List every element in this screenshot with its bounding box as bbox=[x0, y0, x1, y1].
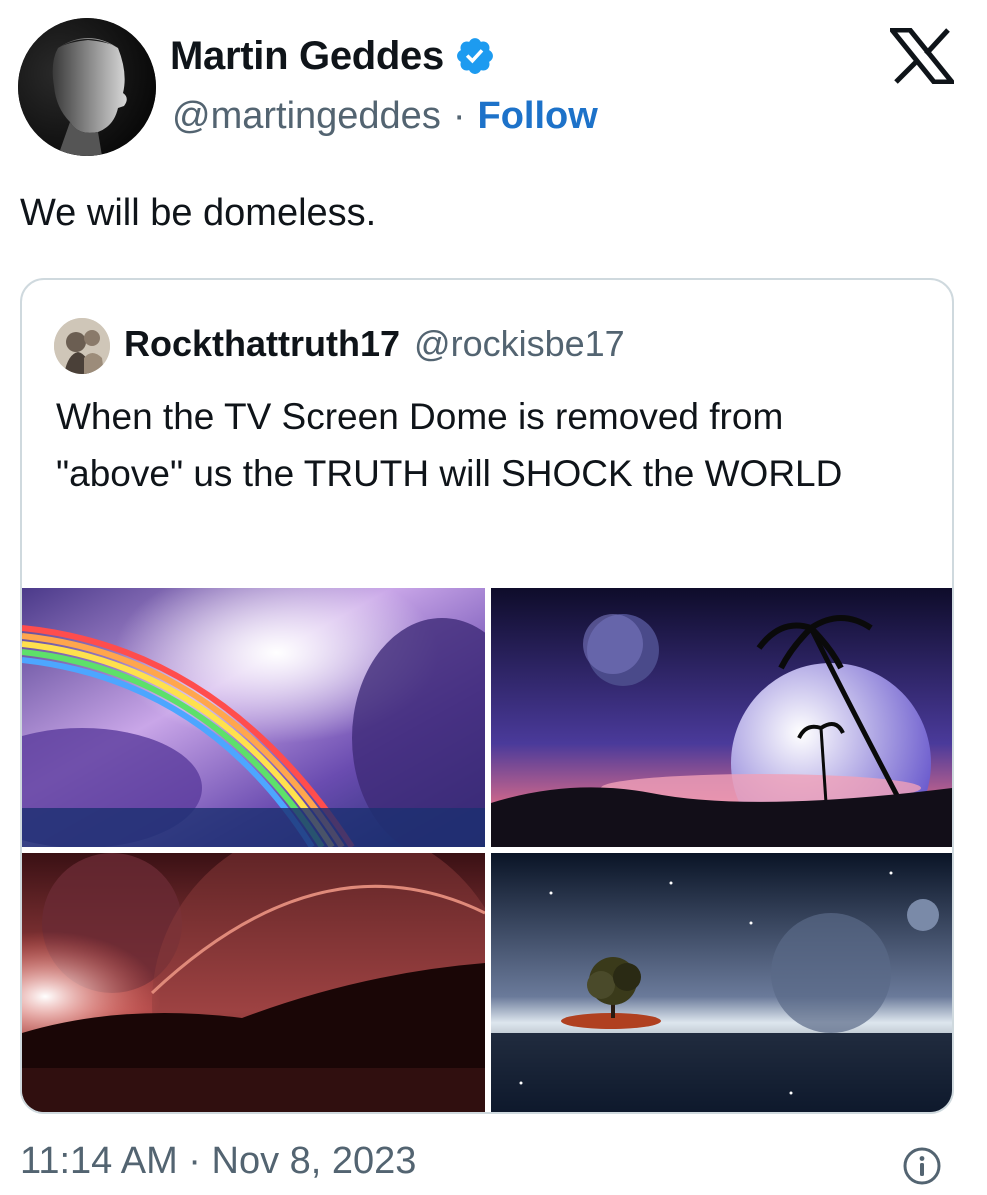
follow-button[interactable]: Follow bbox=[477, 95, 597, 138]
verified-badge-icon bbox=[454, 35, 496, 77]
rainbow-sky-image[interactable] bbox=[22, 588, 485, 847]
info-icon[interactable] bbox=[902, 1146, 942, 1186]
author-handle[interactable]: @martingeddes bbox=[172, 95, 441, 138]
quoted-display-name[interactable]: Rockthattruth17 bbox=[124, 323, 400, 365]
planets-palm-beach-image[interactable] bbox=[491, 588, 952, 847]
quoted-tweet-card[interactable]: Rockthattruth17 @rockisbe17 When the TV … bbox=[20, 278, 954, 1114]
red-planet-sunset-image[interactable] bbox=[22, 853, 485, 1112]
media-grid bbox=[22, 588, 952, 1112]
tweet-text: We will be domeless. bbox=[20, 192, 377, 234]
quoted-handle[interactable]: @rockisbe17 bbox=[414, 323, 625, 365]
tweet-timestamp[interactable]: 11:14 AM · Nov 8, 2023 bbox=[20, 1140, 416, 1183]
separator-dot: · bbox=[452, 94, 466, 137]
author-display-name[interactable]: Martin Geddes bbox=[170, 34, 444, 79]
x-logo-icon[interactable] bbox=[886, 27, 958, 85]
author-avatar[interactable] bbox=[18, 18, 156, 156]
quoted-tweet-text: When the TV Screen Dome is removed from … bbox=[56, 396, 843, 494]
quoted-author-avatar[interactable] bbox=[54, 318, 110, 374]
tree-island-galaxy-image[interactable] bbox=[491, 853, 952, 1112]
